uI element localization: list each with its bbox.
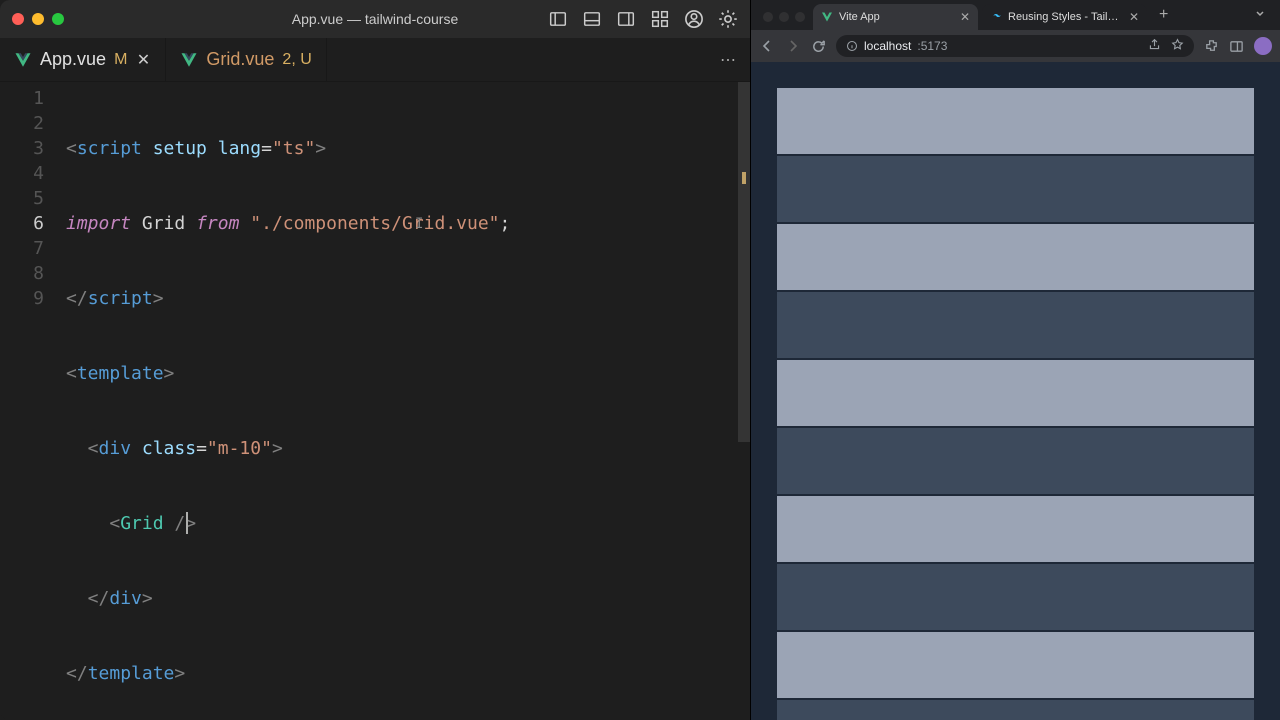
tab-filename: App.vue (40, 49, 106, 70)
grid-row (777, 292, 1254, 358)
close-browser-tab-icon[interactable]: ✕ (960, 10, 970, 24)
account-icon[interactable] (684, 9, 704, 29)
editor-tabbar: App.vue M ✕ Grid.vue 2, U ⋯ (0, 38, 750, 82)
editor-cursor-secondary: 𝙸 (415, 212, 423, 237)
line-number: 1 (0, 86, 44, 111)
browser-tab-tailwind[interactable]: Reusing Styles - Tailwind CSS ✕ (982, 4, 1147, 30)
browser-toolbar-right (1204, 37, 1272, 55)
traffic-lights (12, 13, 64, 25)
bookmark-star-icon[interactable] (1171, 38, 1184, 54)
grid-component-demo (777, 88, 1254, 720)
close-browser-button[interactable] (763, 12, 773, 22)
line-number: 9 (0, 286, 44, 311)
tab-list-chevron-icon[interactable] (1246, 6, 1274, 30)
line-number: 5 (0, 186, 44, 211)
tailwind-favicon-icon (990, 11, 1002, 23)
grid-row (777, 156, 1254, 222)
layout-customize-icon[interactable] (650, 9, 670, 29)
browser-traffic-lights (757, 12, 813, 30)
new-tab-button[interactable]: + (1151, 6, 1176, 30)
grid-row (777, 88, 1254, 154)
tab-filename: Grid.vue (206, 49, 274, 70)
titlebar: App.vue — tailwind-course (0, 0, 750, 38)
tab-problem-status: 2, U (282, 51, 311, 69)
vscode-window: App.vue — tailwind-course App.vue M ✕ Gr… (0, 0, 750, 720)
grid-row (777, 564, 1254, 630)
text-cursor (186, 512, 188, 534)
grid-row (777, 360, 1254, 426)
line-number: 6 (0, 211, 44, 236)
layout-sidebar-left-icon[interactable] (548, 9, 568, 29)
browser-tabbar: Vite App ✕ Reusing Styles - Tailwind CSS… (751, 0, 1280, 30)
back-button[interactable] (759, 38, 775, 54)
reload-button[interactable] (811, 39, 826, 54)
forward-button[interactable] (785, 38, 801, 54)
code-editor[interactable]: 1 2 3 4 5 6 7 8 9 <script setup lang="ts… (0, 82, 750, 720)
grid-row (777, 632, 1254, 698)
close-tab-icon[interactable]: ✕ (135, 50, 151, 70)
url-port: :5173 (917, 39, 947, 53)
minimize-browser-button[interactable] (779, 12, 789, 22)
code-content[interactable]: <script setup lang="ts"> import Grid fro… (60, 82, 750, 720)
maximize-window-button[interactable] (52, 13, 64, 25)
profile-avatar[interactable] (1254, 37, 1272, 55)
maximize-browser-button[interactable] (795, 12, 805, 22)
grid-row (777, 224, 1254, 290)
settings-gear-icon[interactable] (718, 9, 738, 29)
vue-file-icon (14, 51, 32, 69)
vite-favicon-icon (821, 11, 833, 23)
tab-grid-vue[interactable]: Grid.vue 2, U (166, 38, 326, 81)
line-number: 2 (0, 111, 44, 136)
line-number: 3 (0, 136, 44, 161)
layout-panel-bottom-icon[interactable] (582, 9, 602, 29)
minimize-window-button[interactable] (32, 13, 44, 25)
url-host: localhost (864, 39, 911, 53)
browser-tab-label: Reusing Styles - Tailwind CSS (1008, 11, 1123, 23)
tab-overflow-button[interactable]: ⋯ (706, 38, 750, 81)
grid-row (777, 428, 1254, 494)
browser-viewport (751, 62, 1280, 720)
side-panel-icon[interactable] (1229, 39, 1244, 54)
address-bar[interactable]: localhost :5173 (836, 35, 1194, 57)
browser-toolbar: localhost :5173 (751, 30, 1280, 62)
share-icon[interactable] (1148, 38, 1161, 54)
close-window-button[interactable] (12, 13, 24, 25)
vue-file-icon (180, 51, 198, 69)
tab-app-vue[interactable]: App.vue M ✕ (0, 38, 166, 81)
more-icon: ⋯ (720, 50, 736, 70)
window-title: App.vue — tailwind-course (292, 11, 459, 27)
browser-window: Vite App ✕ Reusing Styles - Tailwind CSS… (750, 0, 1280, 720)
close-browser-tab-icon[interactable]: ✕ (1129, 10, 1139, 24)
tab-modified-status: M (114, 51, 127, 69)
extensions-icon[interactable] (1204, 39, 1219, 54)
grid-row (777, 700, 1254, 720)
browser-tab-vite[interactable]: Vite App ✕ (813, 4, 978, 30)
browser-tab-label: Vite App (839, 11, 954, 23)
grid-row (777, 496, 1254, 562)
line-number: 4 (0, 161, 44, 186)
line-number-gutter: 1 2 3 4 5 6 7 8 9 (0, 82, 60, 720)
site-info-icon[interactable] (846, 40, 858, 52)
line-number: 7 (0, 236, 44, 261)
titlebar-actions (548, 9, 738, 29)
layout-sidebar-right-icon[interactable] (616, 9, 636, 29)
line-number: 8 (0, 261, 44, 286)
